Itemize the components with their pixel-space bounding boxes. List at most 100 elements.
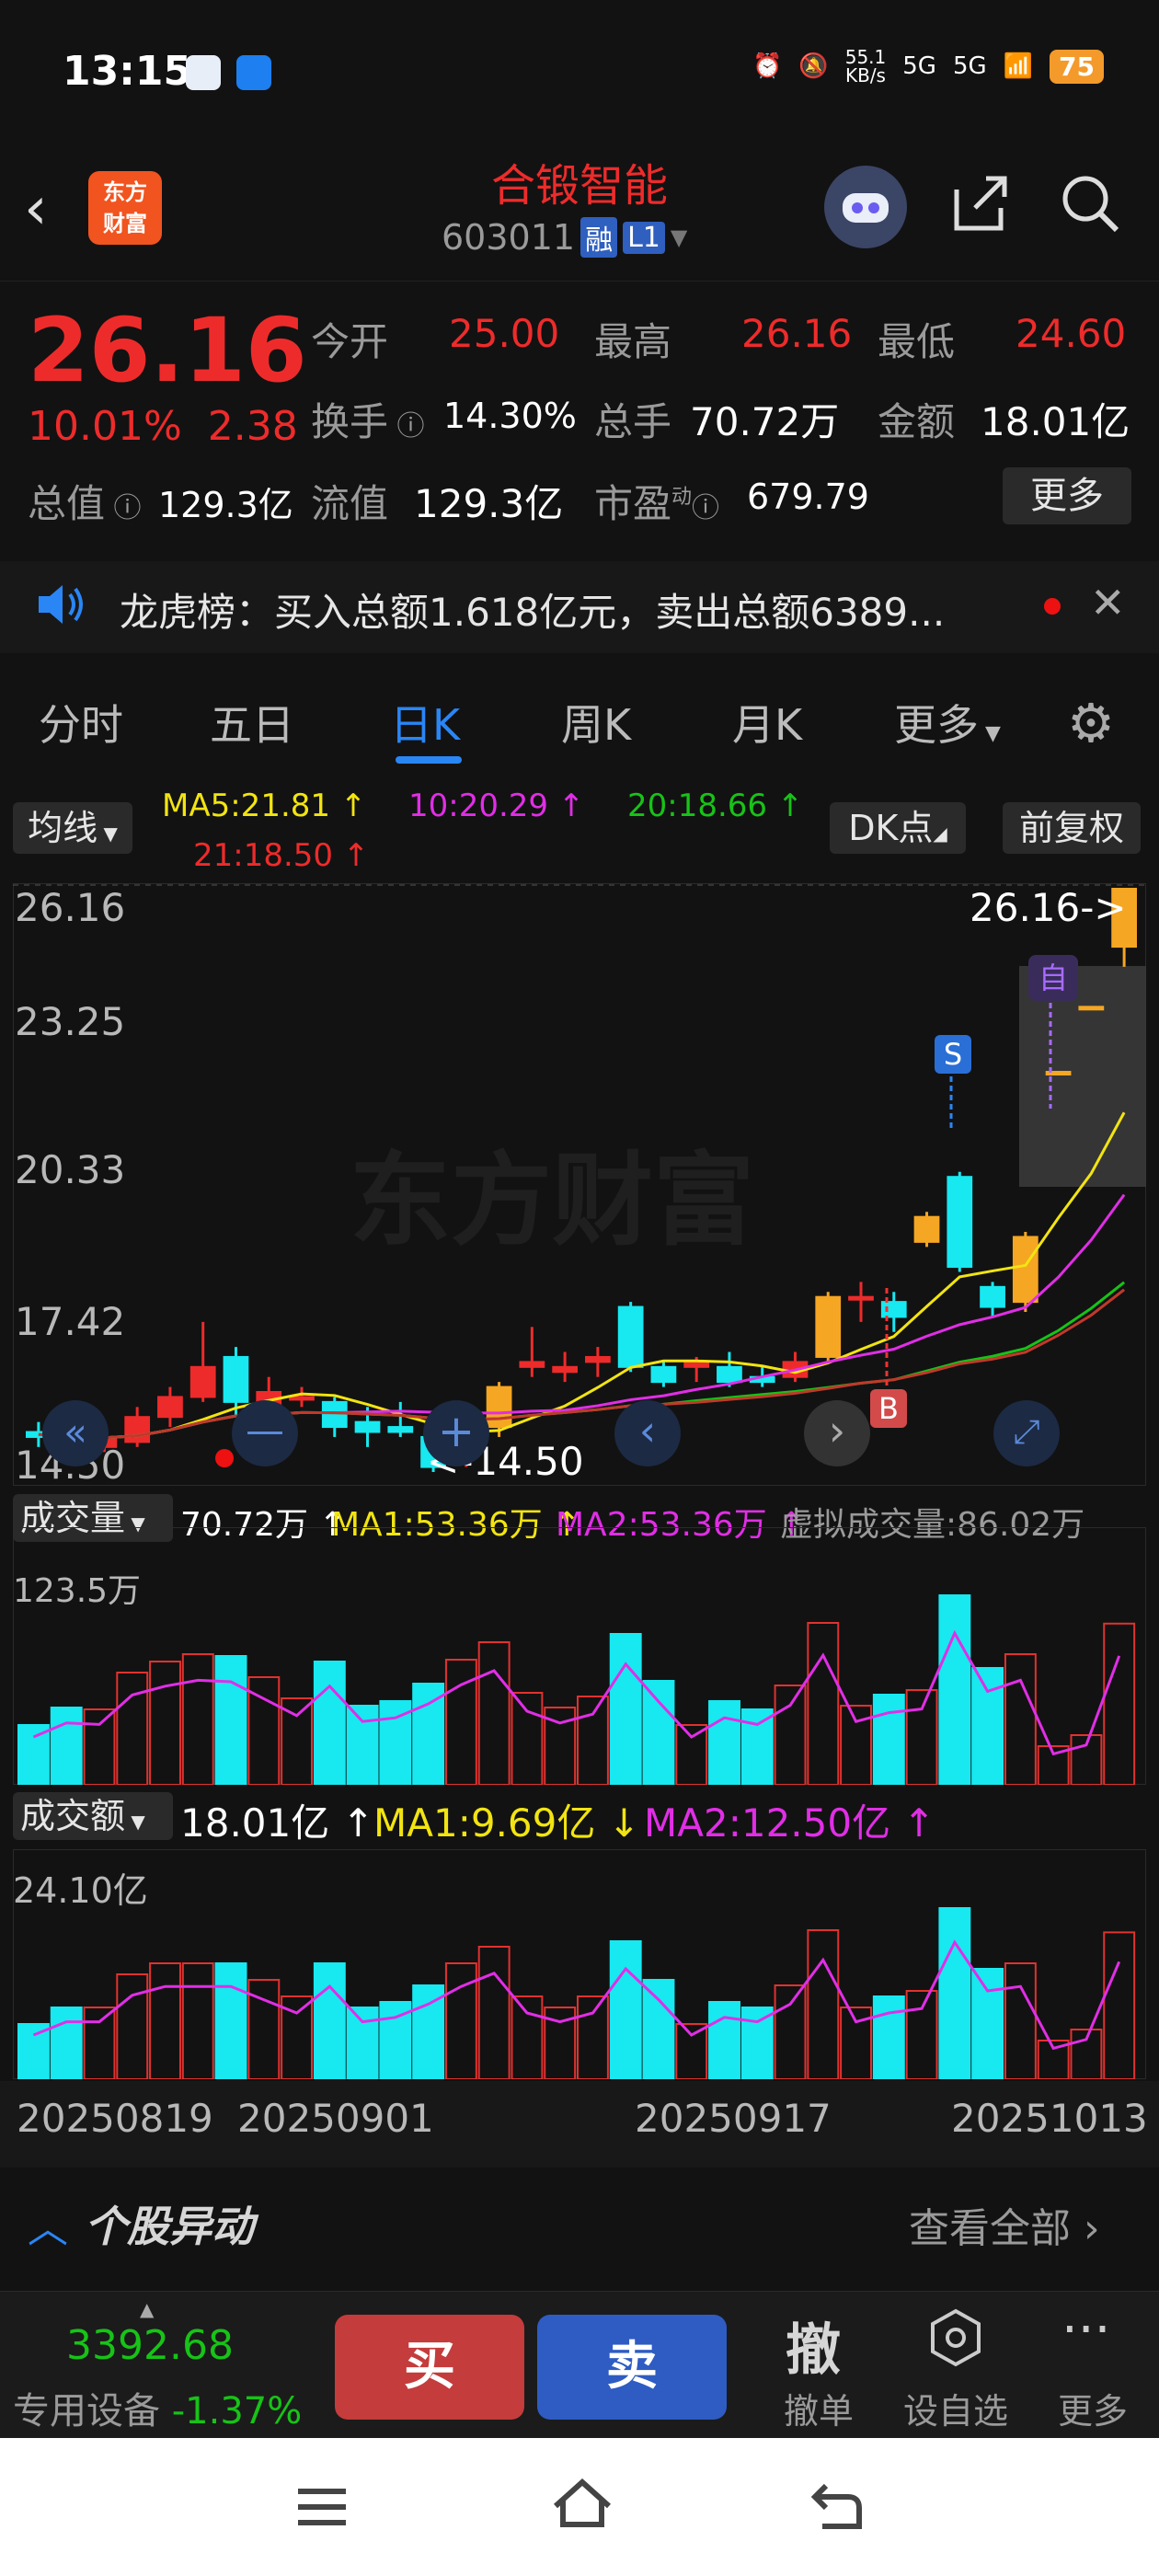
candle-body bbox=[1078, 1006, 1105, 1011]
turnover-label: 换手 ⓘ bbox=[311, 399, 425, 444]
tab-weekly-k[interactable]: 周K bbox=[561, 692, 631, 753]
volume-bar bbox=[50, 1707, 83, 1785]
tab-more[interactable]: 更多 ▼ bbox=[894, 692, 1001, 753]
tab-daily-k[interactable]: 日K bbox=[390, 692, 460, 753]
stock-code: 603011 bbox=[442, 217, 576, 258]
amount-ma1: MA1:9.69亿 ↓ bbox=[373, 1800, 640, 1846]
search-icon[interactable] bbox=[1058, 171, 1122, 236]
candle-body bbox=[486, 1386, 512, 1429]
mcap-value: 129.3亿 bbox=[158, 485, 293, 525]
candle-body bbox=[913, 1215, 940, 1243]
candle-body bbox=[947, 1176, 973, 1269]
status-icons: ⏰ 🔕 55.1 KB/s 5G 5G 📶 75 bbox=[752, 48, 1104, 85]
amount-current: 18.01亿 ↑ bbox=[180, 1800, 374, 1846]
more-dots-icon[interactable]: ··· bbox=[1061, 2300, 1110, 2360]
candle-body bbox=[552, 1365, 578, 1374]
price-change: 10.01% 2.38 bbox=[28, 403, 298, 450]
view-all-link[interactable]: 查看全部 › bbox=[909, 2195, 1100, 2254]
float-value: 129.3亿 bbox=[414, 481, 564, 526]
amount-value: 18.01亿 bbox=[981, 399, 1130, 444]
buy-signal-badge[interactable]: B bbox=[870, 1389, 907, 1428]
volume-bar bbox=[181, 1653, 214, 1785]
tab-five-day[interactable]: 五日 bbox=[210, 692, 294, 753]
volume-bar bbox=[905, 1990, 938, 2079]
fullscreen-icon[interactable]: ⤢ bbox=[993, 1400, 1060, 1466]
volume-bar bbox=[83, 2007, 116, 2079]
volume-chart[interactable] bbox=[13, 1527, 1146, 1785]
amount-chart[interactable] bbox=[13, 1849, 1146, 2079]
volume-bar bbox=[708, 2001, 740, 2079]
add-watchlist-icon[interactable] bbox=[925, 2307, 986, 2372]
volume-bar bbox=[1103, 1622, 1136, 1785]
home-icon[interactable] bbox=[550, 2475, 614, 2534]
add-watchlist-label[interactable]: 设自选 bbox=[903, 2383, 1008, 2433]
self-marker[interactable]: 自 bbox=[1028, 955, 1078, 1001]
volume-bar bbox=[938, 1907, 971, 2079]
candle-body bbox=[189, 1365, 216, 1398]
back-nav-icon[interactable] bbox=[809, 2480, 865, 2536]
amount-ma2: MA2:12.50亿 ↑ bbox=[644, 1800, 935, 1846]
adjust-button[interactable]: 前复权 bbox=[1003, 802, 1141, 854]
volume-bar bbox=[807, 1622, 840, 1785]
y-label-3: 20.33 bbox=[15, 1147, 126, 1192]
mute-icon: 🔕 bbox=[798, 52, 829, 80]
sell-button[interactable]: 卖 bbox=[537, 2315, 727, 2420]
chevron-up-small-icon: ▲ bbox=[140, 2298, 155, 2320]
amount-indicator-selector[interactable]: 成交额 ▼ bbox=[13, 1792, 173, 1840]
quote-more-button[interactable]: 更多 bbox=[1003, 467, 1131, 524]
volume-bar bbox=[872, 1995, 905, 2079]
volume-bar bbox=[149, 1962, 181, 2079]
sector-info[interactable]: 专用设备 -1.37% bbox=[13, 2381, 302, 2434]
volume-bar bbox=[971, 1968, 1004, 2079]
volume-bar bbox=[149, 1661, 181, 1785]
volume-bar bbox=[346, 1705, 379, 1785]
volume-bar bbox=[181, 1962, 214, 2079]
volume-bar bbox=[642, 1680, 675, 1785]
indicator-selector[interactable]: 均线 ▼ bbox=[13, 802, 132, 854]
index-value[interactable]: 3392.68 bbox=[66, 2322, 234, 2369]
gear-icon[interactable]: ⚙ bbox=[1067, 692, 1115, 754]
volume-bar bbox=[642, 1979, 675, 2079]
tab-monthly-k[interactable]: 月K bbox=[732, 692, 802, 753]
volume-bar bbox=[609, 1633, 642, 1785]
volume-bar bbox=[444, 1659, 477, 1785]
date-label-4: 20251013 bbox=[951, 2096, 1148, 2141]
volume-bar bbox=[774, 1984, 807, 2079]
cancel-order-icon[interactable]: 撤 bbox=[786, 2306, 841, 2386]
status-time: 13:15 bbox=[63, 48, 192, 95]
scroll-left-icon[interactable]: ‹ bbox=[614, 1400, 681, 1466]
chevron-up-icon[interactable]: ︿ bbox=[28, 2195, 68, 2254]
candle-body bbox=[650, 1365, 677, 1384]
stock-code-row[interactable]: 603011 融 L1 ▼ bbox=[442, 217, 687, 258]
kline-chart[interactable] bbox=[13, 883, 1146, 1486]
menu-icon[interactable] bbox=[294, 2484, 350, 2534]
alarm-icon: ⏰ bbox=[752, 52, 783, 80]
battery-icon: 75 bbox=[1050, 49, 1104, 84]
assistant-robot-icon[interactable] bbox=[824, 166, 907, 248]
bottom-more-label[interactable]: 更多 bbox=[1058, 2383, 1128, 2433]
volume-bar bbox=[116, 1973, 149, 2079]
buy-button[interactable]: 买 bbox=[335, 2315, 524, 2420]
rewind-icon[interactable]: « bbox=[42, 1400, 109, 1466]
volume-bar bbox=[1004, 1962, 1037, 2079]
date-label-2: 20250901 bbox=[237, 2096, 434, 2141]
dk-point-button[interactable]: DK点◢ bbox=[830, 802, 966, 854]
close-icon[interactable]: ✕ bbox=[1090, 578, 1126, 627]
candle-body bbox=[717, 1365, 742, 1384]
y-label-max: 26.16 bbox=[15, 885, 126, 930]
volume-label: 总手 bbox=[594, 399, 672, 444]
candle-body bbox=[354, 1420, 381, 1433]
zoom-out-icon[interactable]: — bbox=[232, 1400, 298, 1466]
scroll-right-icon[interactable]: › bbox=[804, 1400, 870, 1466]
cancel-order-label[interactable]: 撤单 bbox=[784, 2383, 854, 2433]
ma5-value: MA5:21.81 ↑ bbox=[162, 788, 367, 824]
volume-bar bbox=[17, 2023, 50, 2079]
zoom-in-icon[interactable]: + bbox=[423, 1400, 489, 1466]
mcap-label: 总值 ⓘ bbox=[28, 481, 142, 526]
tab-intraday[interactable]: 分时 bbox=[39, 692, 123, 753]
share-icon[interactable] bbox=[947, 171, 1012, 236]
candle-body bbox=[157, 1396, 183, 1419]
ticker-text[interactable]: 龙虎榜：买入总额1.618亿元，卖出总额6389... bbox=[120, 581, 945, 638]
sell-signal-badge[interactable]: S bbox=[935, 1035, 971, 1074]
date-label-1: 20250819 bbox=[17, 2096, 213, 2141]
